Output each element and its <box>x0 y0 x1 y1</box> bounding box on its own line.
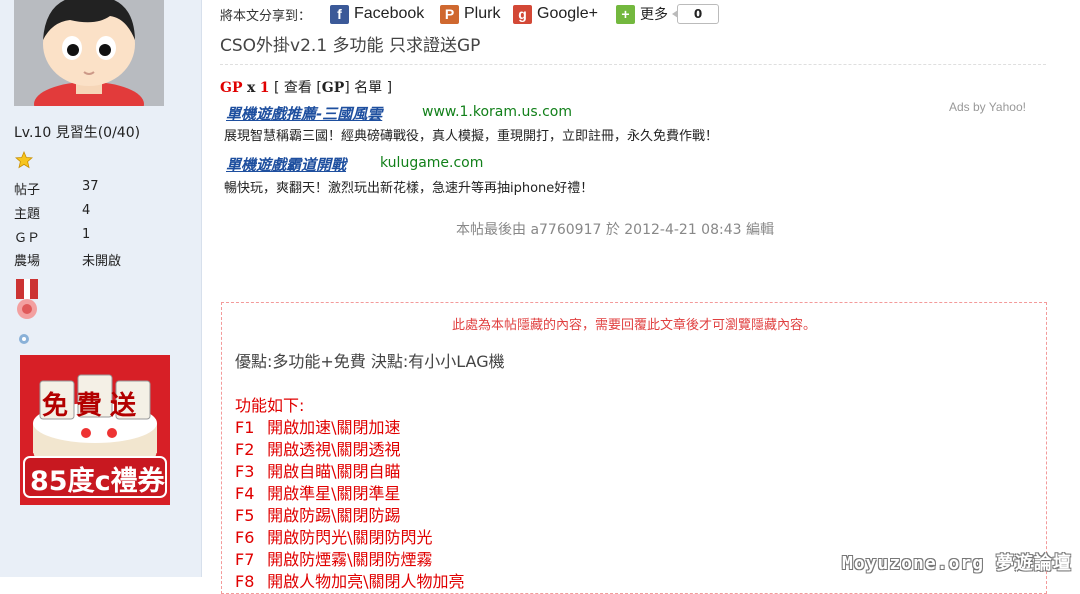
stat-value[interactable]: 37 <box>82 179 99 194</box>
feature-text: 開啟自瞄\關閉自瞄 <box>267 462 401 481</box>
feature-text: 開啟透視\關閉透視 <box>267 440 401 459</box>
feature-row: F3 開啟自瞄\關閉自瞄 <box>235 458 401 482</box>
sidebar-ad-banner[interactable]: 免費送 85度c禮券 <box>20 355 170 505</box>
feature-row: F4 開啟準星\關閉準星 <box>235 480 401 504</box>
google-plus-icon: g <box>513 4 532 24</box>
feature-key: F8 <box>235 572 255 591</box>
gp-view-list-link[interactable]: [ 查看 [GP] 名單 ] <box>274 80 392 96</box>
stat-value: 1 <box>82 227 91 242</box>
ad-banner-top-text: 免費送 <box>42 391 145 421</box>
feature-text: 開啟準星\關閉準星 <box>267 484 401 503</box>
share-plurk-label: Plurk <box>464 5 501 22</box>
feature-text: 開啟加速\關閉加速 <box>267 418 401 437</box>
addthis-more-icon: + <box>616 4 635 24</box>
gp-label: GP <box>220 80 243 96</box>
feature-row: F6 開啟防閃光\關閉防閃光 <box>235 524 433 548</box>
stat-farm: 農場 未開啟 <box>14 250 121 269</box>
author-sidebar: Lv.10 見習生(0/40) 帖子 37 主題 4 ＧＰ 1 農場 未開啟 免… <box>0 0 202 577</box>
gp-view-post: ] 名單 ] <box>344 80 393 96</box>
feature-key: F1 <box>235 418 255 437</box>
feature-row: F8 開啟人物加亮\關閉人物加亮 <box>235 568 465 592</box>
feature-key: F7 <box>235 550 255 569</box>
ad-title-link[interactable]: 單機遊戲霸道開戰 <box>226 154 346 175</box>
ad-banner-bottom-text: 85度c禮券 <box>30 466 165 497</box>
ad-url-link[interactable]: kulugame.com <box>380 155 483 171</box>
gp-count: 1 <box>259 80 270 96</box>
share-prefix: 將本文分享到： <box>220 8 312 24</box>
ads-by-yahoo[interactable]: Ads by Yahoo! <box>949 100 1026 114</box>
feature-key: F2 <box>235 440 255 459</box>
share-more-button[interactable]: + 更多 <box>616 3 668 25</box>
gp-line: GP x 1 [ 查看 [GP] 名單 ] <box>220 77 392 97</box>
share-google-plus-label: Google+ <box>537 5 598 22</box>
site-watermark: Moyuzone.org 夢遊論壇 <box>842 553 1072 574</box>
share-plurk-button[interactable]: P Plurk <box>440 3 500 25</box>
feature-row: F2 開啟透視\關閉透視 <box>235 436 401 460</box>
stat-label: 農場 <box>14 254 41 269</box>
gp-multiplier: x <box>246 80 256 96</box>
gp-view-pre: [ 查看 [ <box>273 80 322 96</box>
share-count-badge: 0 <box>672 4 719 24</box>
features-title: 功能如下: <box>235 396 305 415</box>
feature-key: F6 <box>235 528 255 547</box>
feature-text: 開啟防閃光\關閉防閃光 <box>267 528 433 547</box>
feature-text: 開啟人物加亮\關閉人物加亮 <box>267 572 465 591</box>
feature-row: F1 開啟加速\關閉加速 <box>235 414 401 438</box>
ad-description: 暢快玩，爽翻天！激烈玩出新花樣，急速升等再抽iphone好禮！ <box>224 181 594 196</box>
ad-title-link[interactable]: 單機遊戲推薦-三國風雲 <box>226 103 382 124</box>
title-divider <box>220 64 1046 65</box>
stat-label: ＧＰ <box>14 231 41 246</box>
feature-key: F5 <box>235 506 255 525</box>
share-more-label: 更多 <box>640 6 668 22</box>
gp-view-gp: GP <box>321 80 345 96</box>
feature-row: F7 開啟防煙霧\關閉防煙霧 <box>235 546 433 570</box>
stat-value: 未開啟 <box>82 254 122 269</box>
medal-icon[interactable] <box>14 279 40 321</box>
ad-description: 展現智慧稱霸三國！經典磅礡戰役，真人模擬，重現開打，立即註冊，永久免費作戰！ <box>224 129 719 144</box>
feature-key: F3 <box>235 462 255 481</box>
edit-note: 本帖最後由 a7760917 於 2012-4-21 08:43 編輯 <box>456 222 774 238</box>
share-google-plus-button[interactable]: g Google+ <box>513 3 598 25</box>
stat-threads: 主題 4 <box>14 203 90 222</box>
plurk-icon: P <box>440 4 459 24</box>
pros-cons-text: 優點:多功能+免費 決點:有小小LAG機 <box>235 352 505 371</box>
feature-row: F5 開啟防踢\關閉防踢 <box>235 502 401 526</box>
post-title: CSO外掛v2.1 多功能 只求證送GP <box>220 36 481 56</box>
stat-gp: ＧＰ 1 <box>14 227 90 246</box>
stat-label: 帖子 <box>14 183 41 198</box>
star-icon <box>15 151 33 169</box>
avatar[interactable] <box>14 0 164 106</box>
feature-text: 開啟防踢\關閉防踢 <box>267 506 401 525</box>
facebook-icon: f <box>330 4 349 24</box>
hidden-content-notice: 此處為本帖隱藏的內容，需要回覆此文章後才可瀏覽隱藏內容。 <box>451 318 816 333</box>
feature-text: 開啟防煙霧\關閉防煙霧 <box>267 550 433 569</box>
user-level: Lv.10 見習生(0/40) <box>14 125 141 141</box>
stat-label: 主題 <box>14 207 41 222</box>
share-facebook-button[interactable]: f Facebook <box>330 3 424 25</box>
stat-posts: 帖子 37 <box>14 179 99 198</box>
share-facebook-label: Facebook <box>354 5 425 22</box>
stat-value[interactable]: 4 <box>82 203 90 218</box>
signal-icon <box>19 334 29 344</box>
ad-url-link[interactable]: www.1.koram.us.com <box>422 104 572 120</box>
feature-key: F4 <box>235 484 255 503</box>
